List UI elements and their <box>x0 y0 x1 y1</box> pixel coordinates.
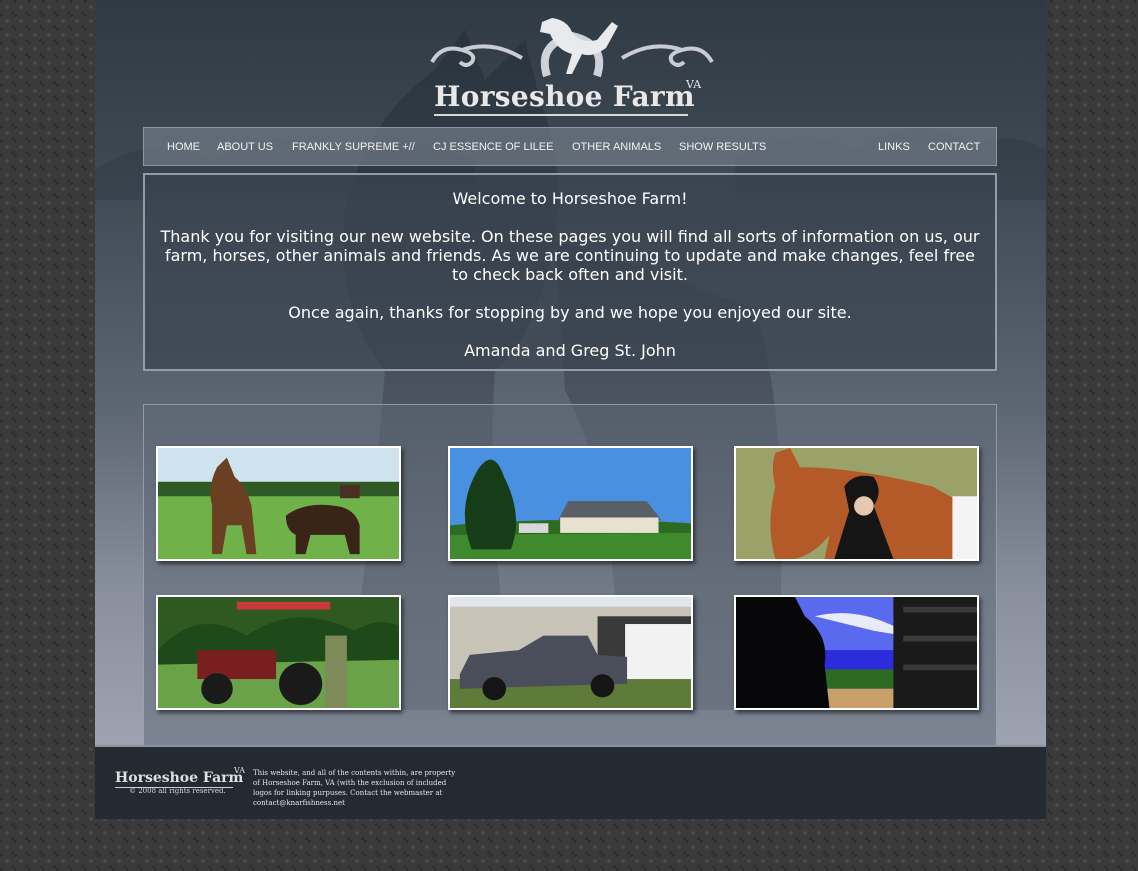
photo-tractor[interactable] <box>156 595 401 710</box>
site-logo[interactable]: Horseshoe Farm VA <box>422 14 722 118</box>
logo-text: Horseshoe Farm <box>434 80 695 113</box>
photo-horse-silhouette[interactable] <box>734 595 979 710</box>
photo-farm-house[interactable] <box>448 446 693 561</box>
footer-copyright: © 2008 all rights reserved. <box>129 787 226 795</box>
footer-logo-text: Horseshoe Farm <box>115 770 244 786</box>
logo-underline <box>434 114 688 116</box>
nav-contact[interactable]: CONTACT <box>928 141 980 153</box>
nav-links[interactable]: LINKS <box>878 141 910 153</box>
footer-notice: This website, and all of the contents wi… <box>253 769 456 807</box>
nav-other-animals[interactable]: OTHER ANIMALS <box>572 141 661 153</box>
welcome-panel: Welcome to Horseshoe Farm! Thank you for… <box>143 173 997 371</box>
welcome-paragraph: Thank you for visiting our new website. … <box>160 227 980 284</box>
nav-frankly-supreme[interactable]: FRANKLY SUPREME +// <box>292 141 415 153</box>
page-container: Horseshoe Farm VA HOME ABOUT US FRANKLY … <box>95 0 1046 745</box>
nav-show-results[interactable]: SHOW RESULTS <box>679 141 766 153</box>
nav-cj-essence-of-lilee[interactable]: CJ ESSENCE OF LILEE <box>433 141 553 153</box>
photo-truck-and-trailer[interactable] <box>448 595 693 710</box>
site-footer: Horseshoe Farm VA © 2008 all rights rese… <box>95 745 1046 819</box>
welcome-signature: Amanda and Greg St. John <box>464 341 676 360</box>
welcome-thanks: Once again, thanks for stopping by and w… <box>288 303 852 322</box>
horse-horseshoe-emblem-icon <box>430 18 714 78</box>
footer-logo-suffix: VA <box>234 766 246 775</box>
photo-gallery <box>143 404 997 745</box>
welcome-heading: Welcome to Horseshoe Farm! <box>452 189 688 208</box>
photo-horses-in-pasture[interactable] <box>156 446 401 561</box>
logo-suffix: VA <box>686 78 702 91</box>
photo-horse-and-rider[interactable] <box>734 446 979 561</box>
main-navigation: HOME ABOUT US FRANKLY SUPREME +// CJ ESS… <box>143 127 997 166</box>
nav-about-us[interactable]: ABOUT US <box>217 141 273 153</box>
nav-home[interactable]: HOME <box>167 141 200 153</box>
